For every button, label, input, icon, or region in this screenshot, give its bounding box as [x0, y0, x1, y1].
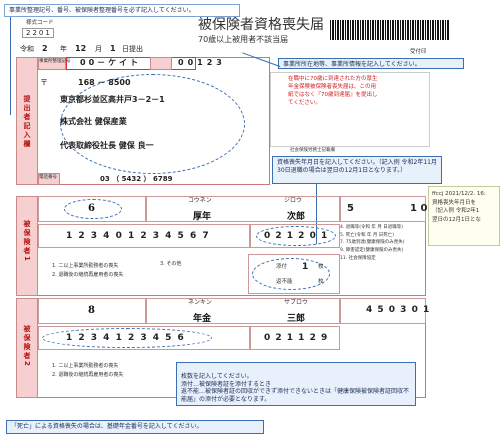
insured-1-era: 5	[347, 203, 354, 214]
callout-bottom: 「死亡」による資格喪失の場合は、基礎年金番号を記入してください。	[6, 420, 264, 434]
comment-header: ffccj 2021/12/2. 16:	[432, 190, 496, 199]
date-day-unit: 日提出	[122, 45, 143, 53]
callout-loss-date-text: 資格喪失年月日を記入してください。（記入例 令和2年11月30日退職の場合は翌日…	[277, 159, 438, 175]
note-1: 1. 二以上事業所勤務者の喪失	[52, 263, 119, 269]
count-attach-value: 1	[302, 262, 309, 272]
received-stamp: 受付印	[410, 49, 427, 55]
comment-line-1: 資格喪失年月日を	[432, 199, 477, 206]
red-notice-text: 在職中に70歳に到達された方の厚生年金保険被保険者喪失届は、この用紙ではなく『7…	[288, 76, 378, 106]
form-title: 被保険者資格喪失届	[198, 17, 324, 33]
note2-1: 1. 二以上事業所勤務者の喪失	[52, 363, 119, 369]
callout-address: 事業所所在地等、事業所情報を記入してください。	[278, 58, 464, 69]
callout-office-code-text: 事業所整理記号、番号、被保険者整理番号を必ず記入してください。	[9, 7, 195, 14]
insured-1-personal-number: 1 2 3 4 0 1 2 3 4 5 6 7	[66, 231, 211, 241]
company-name: 株式会社 健保産業	[60, 117, 127, 126]
insured-2-name-sei: 年金	[193, 314, 212, 324]
callout-loss-date: 資格喪失年月日を記入してください。（記入例 令和2年11月30日退職の場合は翌日…	[272, 156, 442, 184]
insured-2-kana-sei: ネンキン	[188, 299, 212, 306]
form-subtitle: 70歳以上被用者不該当届	[198, 35, 289, 44]
reason-opt-4: 9. 障害認定(健康保険のみ喪失)	[340, 247, 404, 253]
insured-1-reasons: 4. 退職等(令和 年 月 日退職等) 5. 死亡(令和 年 月 日死亡) 7.…	[340, 224, 426, 274]
date-month: 12	[75, 44, 87, 53]
insured-1-name-sei: 厚年	[193, 212, 212, 222]
insured-2-birth: 4 5 0 3 0 1	[366, 305, 431, 315]
callout-count-text: 枚数を記入してください。 添付…被保険者証を添付するとき 返不能…被保険者証の回…	[181, 372, 410, 404]
callout-bottom-text: 「死亡」による資格喪失の場合は、基礎年金番号を記入してください。	[11, 423, 203, 430]
comment-author: ffccj	[432, 191, 444, 197]
count-attach-label: 添付	[276, 264, 288, 270]
date-day: 1	[110, 44, 116, 53]
representative: 代表取締役社長 健保 良一	[60, 141, 154, 150]
office-number-value: 00123	[178, 58, 226, 67]
insured-2-notes: 1. 二以上事業所勤務者の喪失 2. 退職後の継続再雇用者の喪失	[52, 362, 123, 380]
date-month-unit: 月	[95, 45, 102, 53]
insured-1-kana-sei: コウネン	[188, 197, 212, 204]
note2-2: 2. 退職後の継続再雇用者の喪失	[52, 372, 124, 378]
insured-1-birth: 1 0	[410, 203, 428, 214]
note-3: 3. その他	[160, 261, 182, 267]
insured-1-loss-date: 0 2 1 2 0 1	[264, 231, 329, 241]
phone-label: 電話番号	[39, 175, 57, 180]
postal-code: 168 － 8500	[78, 78, 131, 87]
note-2: 2. 退職後の継続再雇用者の喪失	[52, 272, 124, 278]
insured-2-loss-date: 0 2 1 1 2 9	[264, 333, 329, 343]
office-address: 東京都杉並区高井戸3－2－1	[60, 95, 165, 104]
form-code-label: 様式コード	[26, 20, 54, 26]
callout-count: 枚数を記入してください。 添付…被保険者証を添付するとき 返不能…被保険者証の回…	[176, 362, 416, 406]
reason-opt-5: 11. 社会保障協定	[340, 255, 376, 261]
comment-line-2: （記入例 令和2年1	[432, 208, 480, 215]
insured-2-seq: 8	[88, 305, 95, 316]
reason-opt-2: 5. 死亡(令和 年 月 日死亡)	[340, 232, 395, 238]
callout-leader-line	[10, 17, 11, 115]
office-code-value: 00－ケイト	[80, 58, 141, 67]
insured-1-kana-mei: ジロウ	[284, 197, 303, 204]
insured-2-name-mei: 三郎	[287, 314, 306, 324]
submitter-section-label: 提出者記入欄	[23, 95, 31, 149]
phone-number: 03 （ 5432 ） 6789	[100, 175, 173, 183]
insured-1-label: 被保険者1	[23, 220, 31, 263]
insured-2-label: 被保険者2	[23, 325, 31, 368]
office-number-labelbox	[150, 57, 172, 70]
red-notice: 在職中に70歳に到達された方の厚生年金保険被保険者喪失届は、この用紙ではなく『7…	[288, 76, 378, 118]
form-code: 2201	[26, 29, 52, 37]
count-attach-unit: 枚	[318, 264, 324, 270]
insured-1-name-mei: 次郎	[287, 212, 306, 222]
insured-1-name-box	[146, 196, 340, 222]
labor-consultant-label: 社会保険労務士記載欄	[290, 148, 335, 153]
reason-opt-3: 7. 75歳到達(健康保険のみ喪失)	[340, 240, 405, 246]
page: { "form": { "title": "被保険者資格喪失届", "subti…	[0, 0, 500, 440]
date-year: 2	[42, 44, 48, 53]
comment-date: 2021/12/2. 16:	[445, 191, 486, 197]
comment-box[interactable]: ffccj 2021/12/2. 16: 資格喪失年月日を （記入例 令和2年1…	[428, 186, 500, 246]
insured-2-kana-mei: サブロウ	[284, 299, 309, 306]
date-year-unit: 年	[60, 45, 67, 53]
insured-2-personal-number: 1 2 3 4 1 2 3 4 5 6	[66, 333, 186, 343]
date-era: 令和	[20, 45, 34, 53]
count-return-label: 返不能	[276, 279, 293, 285]
barcode	[330, 20, 450, 40]
insured-1-notes: 1. 二以上事業所勤務者の喪失 2. 退職後の継続再雇用者の喪失	[52, 262, 123, 280]
insured-2-name-box	[146, 298, 340, 324]
callout-office-code: 事業所整理記号、番号、被保険者整理番号を必ず記入してください。	[4, 4, 240, 17]
postal-mark: 〒	[40, 78, 48, 87]
reason-opt-1: 4. 退職等(令和 年 月 日退職等)	[340, 225, 404, 230]
callout-address-text: 事業所所在地等、事業所情報を記入してください。	[283, 61, 421, 68]
count-return-unit: 枚	[318, 279, 324, 285]
insured-1-seq: 6	[88, 203, 95, 214]
comment-line-3: 翌日の12月1日とな	[432, 216, 481, 223]
